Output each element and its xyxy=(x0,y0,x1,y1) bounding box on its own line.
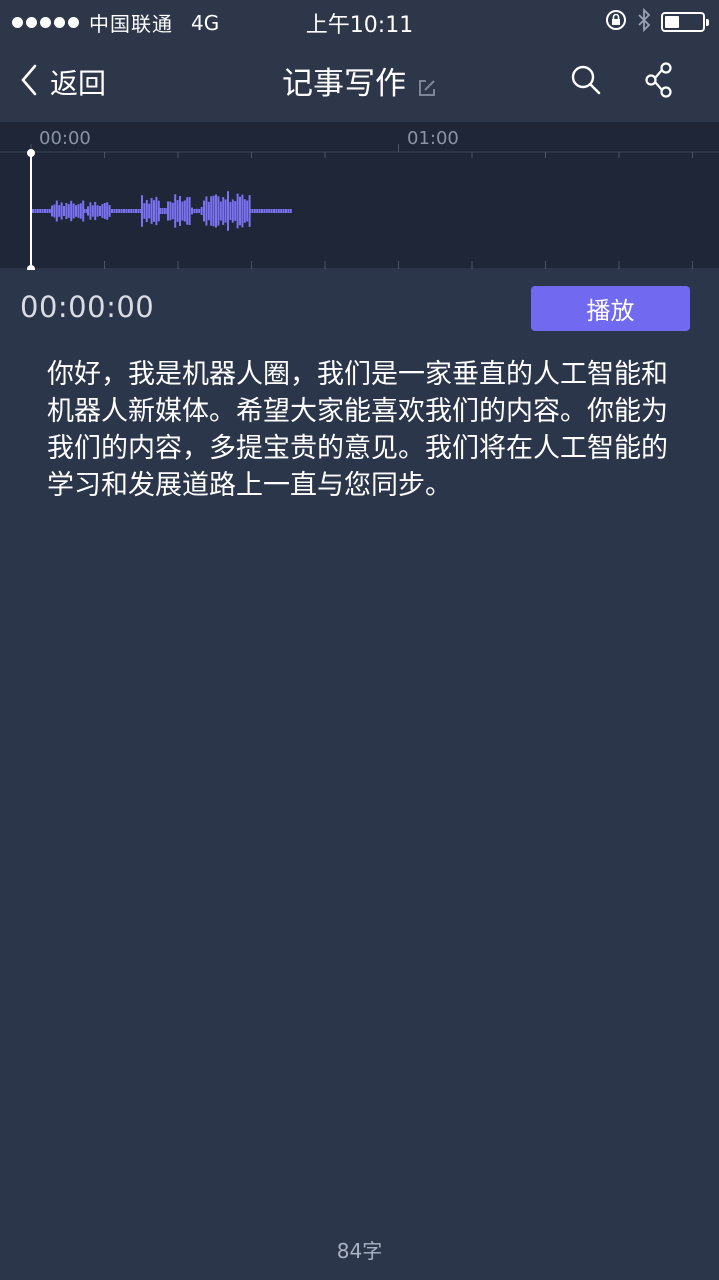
audio-timeline[interactable]: 00:00 01:00 xyxy=(0,122,719,270)
title-area[interactable]: 记事写作 xyxy=(0,58,719,103)
edit-icon[interactable] xyxy=(417,78,437,102)
timeline-marker-one-minute: 01:00 xyxy=(407,128,459,149)
waveform xyxy=(32,191,292,231)
share-icon xyxy=(644,62,674,102)
rotation-lock-icon xyxy=(605,9,627,35)
transcript-text[interactable]: 你好，我是机器人圈，我们是一家垂直的人工智能和机器人新媒体。希望大家能喜欢我们的… xyxy=(47,356,677,504)
timeline-svg xyxy=(0,144,719,270)
battery-level xyxy=(665,16,679,28)
play-button[interactable]: 播放 xyxy=(531,286,690,331)
timeline-marker-start: 00:00 xyxy=(39,128,91,149)
nav-bar: 返回 记事写作 xyxy=(0,40,719,122)
share-button[interactable] xyxy=(644,62,674,102)
search-button[interactable] xyxy=(570,64,602,100)
current-time: 00:00:00 xyxy=(20,290,155,324)
battery-icon xyxy=(661,12,709,32)
playhead-handle-bottom[interactable] xyxy=(27,265,35,270)
page-title: 记事写作 xyxy=(281,66,406,102)
character-count: 84字 xyxy=(336,1239,383,1263)
status-bar: 中国联通 4G 上午10:11 xyxy=(0,0,719,40)
playhead-handle-top[interactable] xyxy=(27,149,35,157)
status-right xyxy=(605,7,709,36)
search-icon xyxy=(570,65,602,100)
bluetooth-icon xyxy=(637,7,651,36)
